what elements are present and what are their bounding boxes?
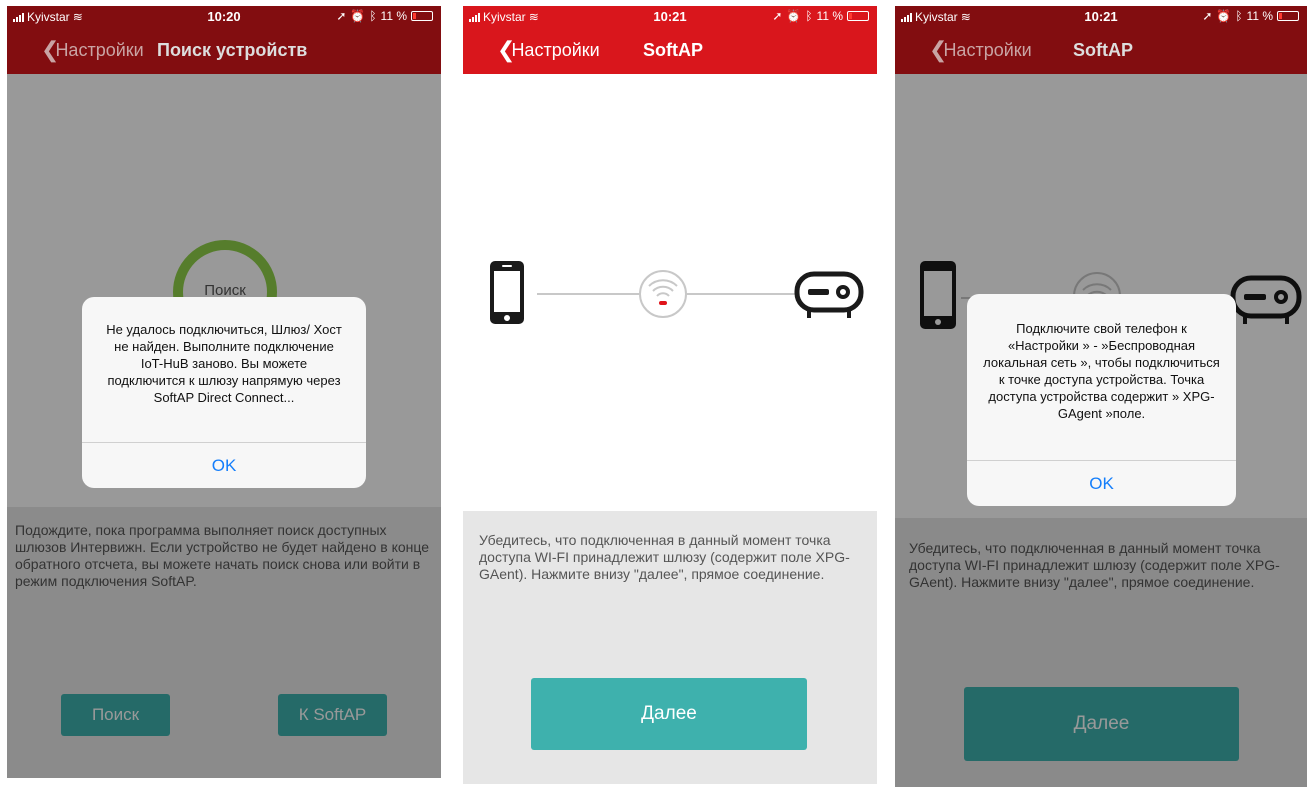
location-icon: ➚ [772, 9, 783, 23]
gateway-icon [794, 271, 864, 318]
nav-bar: ❮ Настройки SoftAP [895, 26, 1307, 74]
back-button[interactable]: ❮ Настройки [929, 39, 1032, 61]
back-label: Настройки [943, 39, 1032, 60]
softap-info-text: Убедитесь, что подключенная в данный мом… [479, 532, 850, 582]
status-bar: Kyivstar ≋ 10:20 ➚ ⏰ ᛒ 11 % [7, 6, 441, 26]
battery-percent: 11 % [380, 9, 407, 23]
screen-softap: Kyivstar ≋ 10:21 ➚ ⏰ ᛒ 11 % ❮ Настройки … [463, 6, 877, 784]
screen-device-search: Поиск Подождите, пока программа выполняе… [7, 6, 441, 778]
status-right: ➚ ⏰ ᛒ 11 % [772, 9, 869, 23]
alarm-icon: ⏰ [1216, 9, 1232, 23]
status-bar: Kyivstar ≋ 10:21 ➚ ⏰ ᛒ 11 % [463, 6, 877, 26]
back-button[interactable]: ❮ Настройки [497, 39, 600, 61]
alert-message: Не удалось подключиться, Шлюз/ Хост не н… [106, 322, 342, 405]
next-button[interactable]: Далее [531, 678, 807, 750]
status-right: ➚ ⏰ ᛒ 11 % [336, 9, 433, 23]
alert-ok-button[interactable]: OK [82, 442, 366, 488]
back-label: Настройки [55, 39, 144, 60]
phone-icon [490, 261, 524, 324]
battery-icon [1277, 11, 1299, 21]
bluetooth-icon: ᛒ [805, 9, 813, 23]
status-right: ➚ ⏰ ᛒ 11 % [1202, 9, 1299, 23]
nav-bar: ❮ Настройки Поиск устройств [7, 26, 441, 74]
alert-dialog: Подключите свой телефон к «Настройки » -… [967, 294, 1236, 506]
alarm-icon: ⏰ [350, 9, 366, 23]
back-label: Настройки [511, 39, 600, 60]
nav-bar: ❮ Настройки SoftAP [463, 26, 877, 74]
battery-icon [411, 11, 433, 21]
page-title: Поиск устройств [157, 40, 308, 60]
battery-percent: 11 % [1246, 9, 1273, 23]
alarm-icon: ⏰ [786, 9, 802, 23]
connection-diagram [490, 261, 864, 324]
battery-percent: 11 % [816, 9, 843, 23]
alert-ok-button[interactable]: OK [967, 460, 1236, 506]
location-icon: ➚ [336, 9, 347, 23]
alert-dialog: Не удалось подключиться, Шлюз/ Хост не н… [82, 297, 366, 488]
battery-icon [847, 11, 869, 21]
status-bar: Kyivstar ≋ 10:21 ➚ ⏰ ᛒ 11 % [895, 6, 1307, 26]
bluetooth-icon: ᛒ [1235, 9, 1243, 23]
screen-softap-alert: Убедитесь, что подключенная в данный мом… [895, 6, 1307, 787]
bluetooth-icon: ᛒ [369, 9, 377, 23]
location-icon: ➚ [1202, 9, 1213, 23]
page-title: SoftAP [643, 40, 703, 60]
page-title: SoftAP [1073, 40, 1133, 60]
back-button[interactable]: ❮ Настройки [41, 39, 144, 61]
wifi-icon [639, 270, 687, 318]
alert-message: Подключите свой телефон к «Настройки » -… [983, 321, 1220, 421]
